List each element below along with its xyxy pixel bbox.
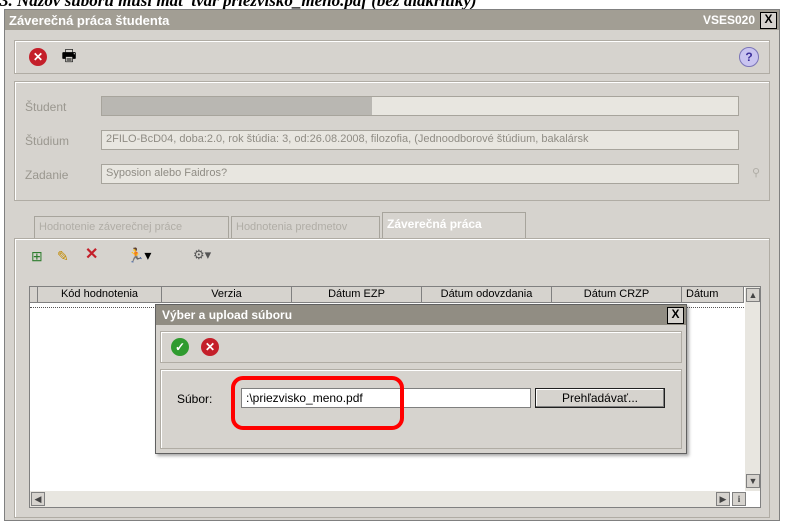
scroll-right-icon[interactable]: ▶ [716, 492, 730, 506]
window-code: VSES020 [702, 13, 755, 27]
cancel-icon[interactable]: ✕ [29, 48, 47, 66]
dialog-title-bar: Výber a upload súboru X [156, 305, 686, 325]
print-icon[interactable]: 🖶 [59, 47, 79, 67]
student-info-panel: Študent Štúdium 2FILO-BcD04, doba:2.0, r… [14, 81, 770, 201]
dialog-title: Výber a upload súboru [162, 308, 293, 322]
study-label: Štúdium [25, 134, 70, 148]
col-header-date[interactable]: Dátum [682, 287, 744, 303]
browse-button[interactable]: Prehľadávať... [535, 388, 665, 408]
horizontal-scrollbar[interactable] [30, 491, 730, 507]
add-icon[interactable]: ⊞ [31, 247, 49, 265]
tab-course-evaluations[interactable]: Hodnotenia predmetov [231, 216, 380, 238]
col-header-version[interactable]: Verzia [162, 287, 292, 303]
student-name-redacted [102, 97, 372, 115]
table-header-spacer [30, 287, 38, 303]
file-label: Súbor: [177, 392, 213, 406]
tools-icon[interactable]: ⚙▾ [193, 246, 223, 264]
student-label: Študent [25, 100, 67, 114]
task-field: Syposion alebo Faidros? [101, 164, 739, 184]
dialog-close-button[interactable]: X [667, 307, 684, 324]
dialog-toolbar: ✓ ✕ [160, 331, 682, 363]
help-icon[interactable]: ? [739, 47, 759, 67]
task-label: Zadanie [25, 168, 69, 182]
top-toolbar: ✕ 🖶 ? [14, 40, 770, 74]
window-title: Záverečná práca študenta [9, 13, 170, 28]
tab-thesis-evaluation[interactable]: Hodnotenie záverečnej práce [34, 216, 229, 238]
run-icon[interactable]: 🏃▾ [127, 246, 157, 264]
highlight-annotation [231, 376, 404, 430]
study-field: 2FILO-BcD04, doba:2.0, rok štúdia: 3, od… [101, 130, 739, 150]
pencil-icon[interactable]: ✎ [57, 247, 75, 265]
col-header-ezp-date[interactable]: Dátum EZP [292, 287, 422, 303]
scroll-down-icon[interactable]: ▼ [746, 474, 760, 488]
title-bar: Záverečná práca študenta VSES020 X [5, 10, 779, 30]
col-header-submission-date[interactable]: Dátum odovzdania [422, 287, 552, 303]
info-icon[interactable]: i [732, 492, 746, 506]
lookup-icon[interactable]: ⚲ [749, 166, 763, 180]
cancel-icon[interactable]: ✕ [201, 338, 219, 356]
scroll-up-icon[interactable]: ▲ [746, 288, 760, 302]
vertical-scrollbar[interactable] [745, 287, 760, 491]
col-header-code[interactable]: Kód hodnotenia [38, 287, 162, 303]
confirm-icon[interactable]: ✓ [171, 338, 189, 356]
delete-icon[interactable]: ✕ [85, 246, 103, 264]
tab-thesis[interactable]: Záverečná práca [382, 212, 526, 238]
window-close-button[interactable]: X [760, 12, 777, 29]
scroll-left-icon[interactable]: ◀ [31, 492, 45, 506]
col-header-crzp-date[interactable]: Dátum CRZP [552, 287, 682, 303]
